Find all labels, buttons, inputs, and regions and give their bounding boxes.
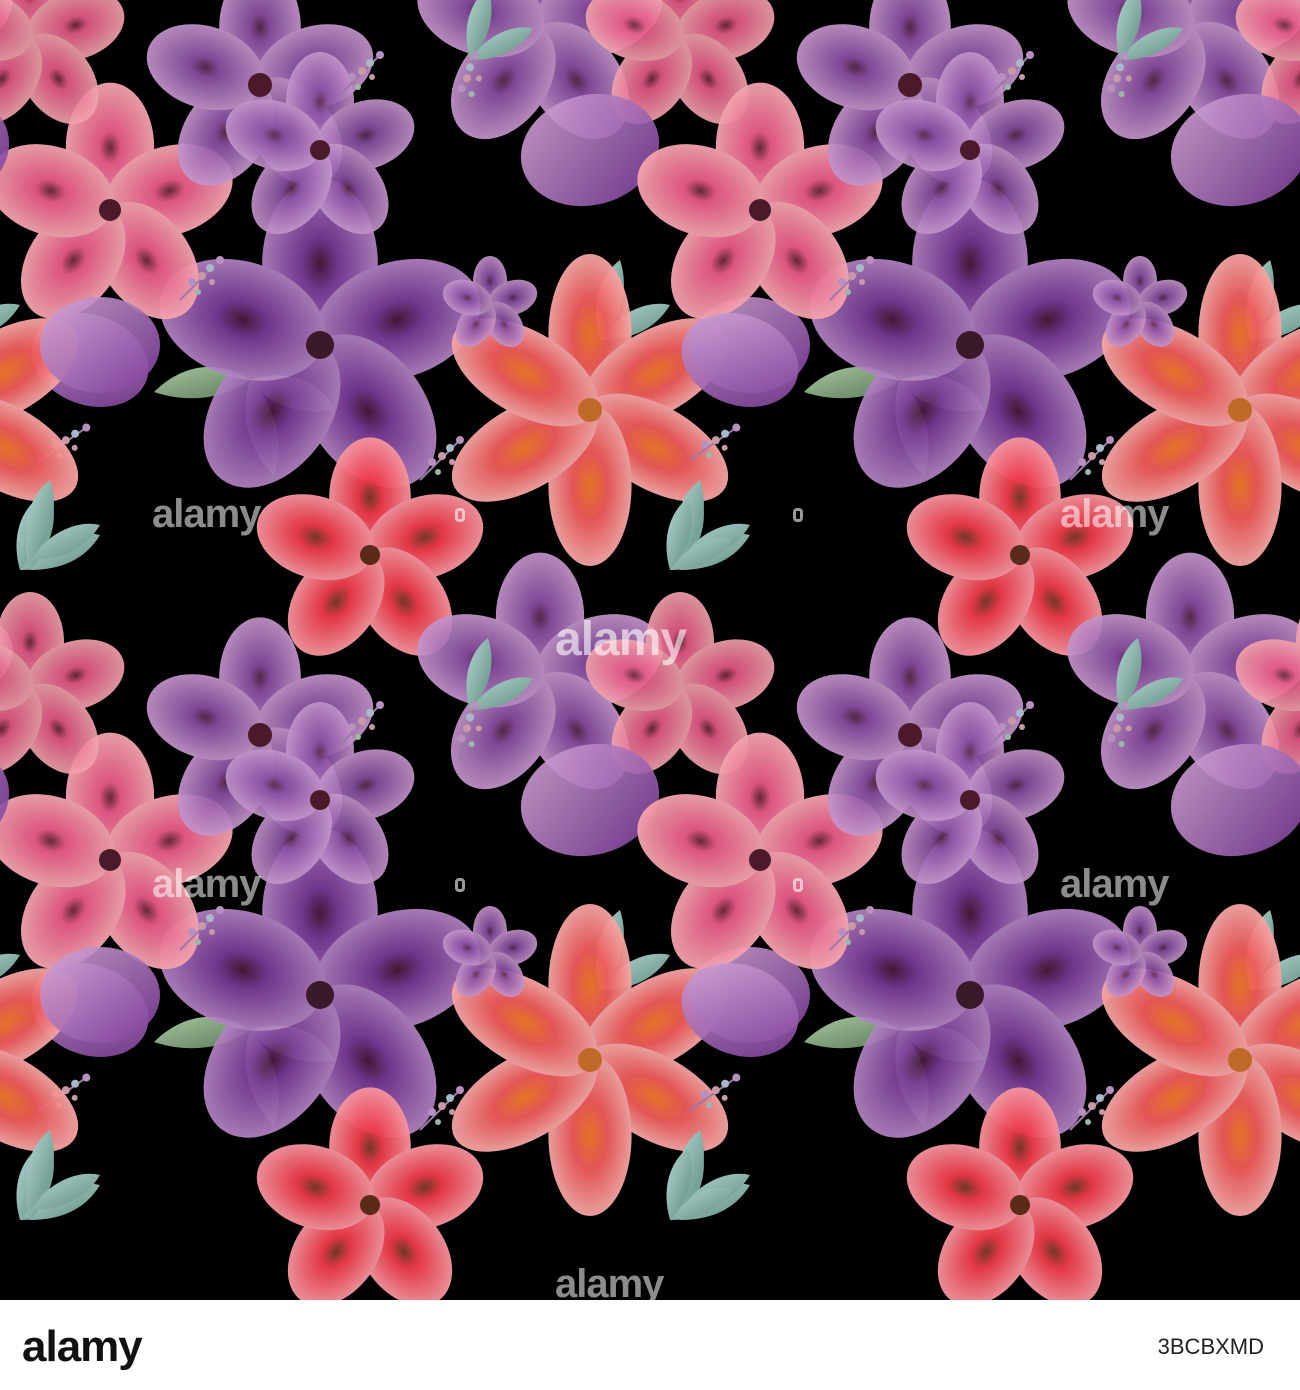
watermark-bottom-right: alamy <box>1060 862 1169 906</box>
watermark-bottom-left: alamy <box>152 862 261 906</box>
floral-pattern-artwork: alamy alamy alamy alamy alamy alamy <box>0 0 1300 1300</box>
watermark-mark-icon <box>455 508 465 522</box>
image-id-label: 3BCBXMD <box>1157 1334 1264 1359</box>
watermark-top-left: alamy <box>152 492 261 536</box>
watermark-mark-icon <box>793 878 803 892</box>
watermark-bottom-center: alamy <box>555 1262 664 1300</box>
watermark-center: alamy <box>555 613 687 666</box>
brand-logo: alamy <box>22 1322 143 1371</box>
watermark-mark-icon <box>793 508 803 522</box>
watermark-mark-icon <box>455 878 465 892</box>
watermark-top-right: alamy <box>1060 492 1169 536</box>
stock-footer-bar: alamy 3BCBXMD <box>0 1300 1300 1390</box>
